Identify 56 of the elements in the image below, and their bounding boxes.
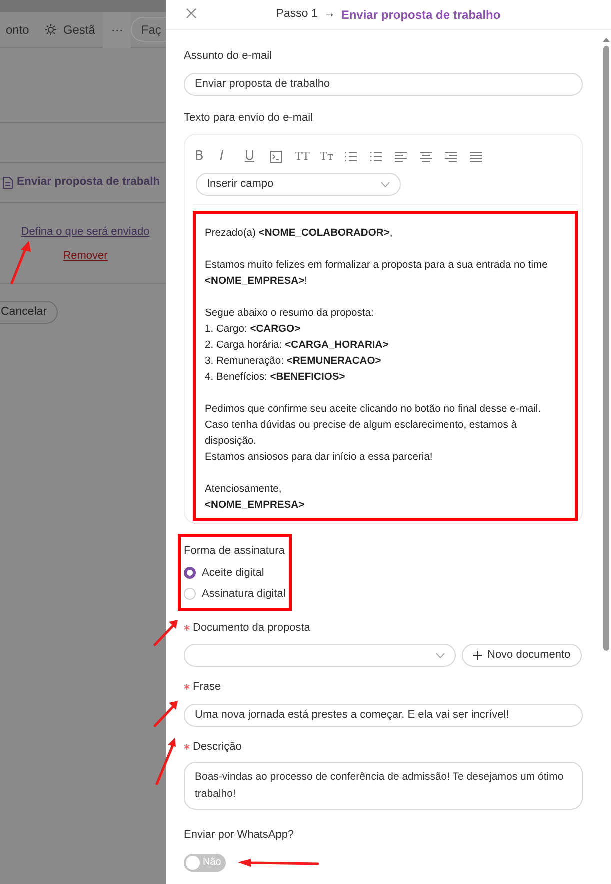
cancel-button[interactable]: Cancelar xyxy=(0,301,58,324)
code-icon[interactable] xyxy=(270,151,282,163)
step-title: Enviar proposta de trabalh xyxy=(17,175,160,190)
email-text-line: 4. Benefícios: <BENEFICIOS> xyxy=(205,371,346,385)
email-text-line: Estamos ansiosos para dar início a essa parceria! xyxy=(205,451,434,465)
field-label: Documento da proposta xyxy=(193,620,310,636)
email-text-line: <NOME_EMPRESA> xyxy=(205,499,306,513)
email-text-line: Atenciosamente, xyxy=(205,483,283,497)
document-icon xyxy=(3,176,13,188)
email-text-line: 2. Carga horária: <CARGA_HORARIA> xyxy=(205,339,390,353)
numbered-list-icon[interactable] xyxy=(345,151,357,163)
field-label: Descrição xyxy=(193,740,242,754)
close-icon xyxy=(186,8,197,19)
step-arrow: → xyxy=(324,6,336,22)
chevron-down-icon xyxy=(436,652,445,658)
align-left-icon[interactable] xyxy=(395,151,407,163)
email-text-line: <NOME_EMPRESA>! xyxy=(205,275,308,289)
close-button[interactable] xyxy=(186,8,199,21)
field-label: Enviar por WhatsApp? xyxy=(184,828,294,843)
panel-title: Enviar proposta de trabalho xyxy=(341,6,501,24)
chevron-down-icon xyxy=(381,182,390,188)
email-text-line: Estamos muito felizes em formalizar a proposta para a sua entrada no time xyxy=(205,259,549,273)
phrase-field[interactable]: Uma nova jornada está prestes a começar. E ela vai ser incrível! xyxy=(184,704,583,726)
email-text-line: 3. Remuneração: <REMUNERACAO> xyxy=(205,355,382,369)
email-text-line: Segue abaixo o resumo da proposta: xyxy=(205,307,375,321)
nav-item[interactable]: Gestã xyxy=(63,20,96,38)
email-text-line: Prezado(a) <NOME_COLABORADOR>, xyxy=(205,227,394,241)
text-case-button[interactable]: Tт xyxy=(320,149,345,165)
field-label: Assunto do e-mail xyxy=(184,49,272,64)
bold-button[interactable]: B xyxy=(195,149,220,165)
email-text-line: Caso tenha dúvidas ou precise de algum esclarecimento, estamos à xyxy=(205,419,518,433)
sun-icon xyxy=(45,24,58,36)
step-label: Passo 1 xyxy=(276,6,318,22)
underline-button[interactable]: U xyxy=(245,149,270,165)
email-text-line: 1. Cargo: <CARGO> xyxy=(205,323,302,337)
nav-item[interactable]: onto xyxy=(6,20,30,38)
justify-icon[interactable] xyxy=(470,151,482,163)
italic-button[interactable]: I xyxy=(220,149,245,165)
subject-field[interactable]: Enviar proposta de trabalho xyxy=(184,72,583,96)
plus-icon xyxy=(472,651,482,660)
insert-field-dropdown[interactable]: Inserir campo xyxy=(196,173,401,196)
align-right-icon[interactable] xyxy=(445,151,457,163)
field-label: Texto para envio do e-mail xyxy=(184,110,314,126)
email-text-line: Pedimos que confirme seu aceite clicando no botão no final desse e-mail. xyxy=(205,403,542,417)
radio-option[interactable]: Assinatura digital xyxy=(184,584,286,604)
remove-link[interactable]: Remover xyxy=(63,248,108,264)
define-link[interactable]: Defina o que será enviado xyxy=(21,224,150,240)
align-center-icon[interactable] xyxy=(420,151,432,163)
radio-option[interactable]: Aceite digital xyxy=(184,562,264,584)
bullet-list-icon[interactable] xyxy=(370,151,382,163)
field-label: Forma de assinatura xyxy=(184,544,285,559)
email-text-line: disposição. xyxy=(205,435,258,449)
text-size-button[interactable]: TT xyxy=(295,149,320,165)
new-document-button[interactable]: Novo documento xyxy=(462,644,582,667)
field-label: Frase xyxy=(193,680,222,695)
description-field[interactable]: Boas-vindas ao processo de conferência de admissão! Te desejamos um ótimo trabalho! xyxy=(184,762,583,810)
